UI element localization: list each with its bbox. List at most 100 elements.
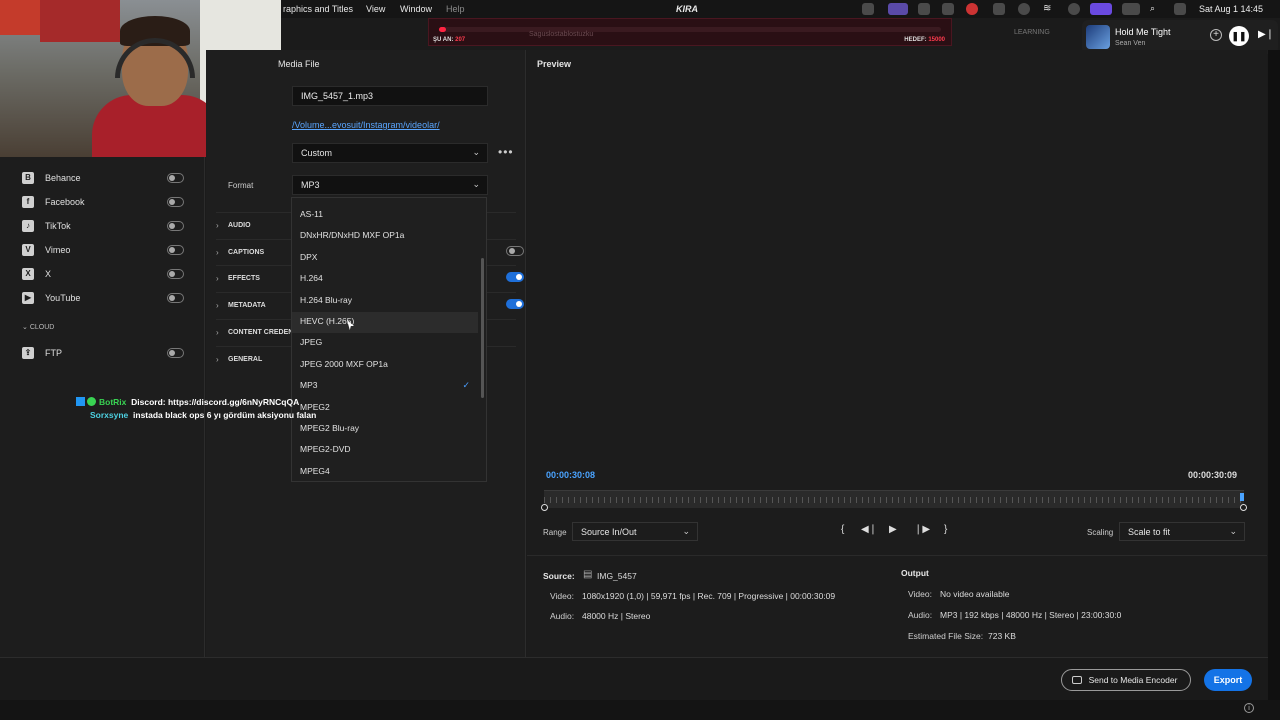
menu-help[interactable]: Help — [446, 4, 465, 14]
playhead[interactable] — [1240, 493, 1244, 501]
control-center-icon[interactable] — [1174, 3, 1186, 15]
destination-toggle[interactable] — [167, 221, 184, 231]
mark-in-icon[interactable]: { — [841, 524, 844, 535]
in-point-handle[interactable] — [541, 504, 548, 511]
clock[interactable]: Sat Aug 1 14:45 — [1199, 4, 1263, 14]
output-audio-value: MP3 | 192 kbps | 48000 Hz | Stereo | 23:… — [940, 610, 1122, 620]
format-option[interactable]: DNxHR/DNxHD MXF OP1a — [292, 226, 478, 247]
format-option[interactable]: AS-11 — [292, 205, 478, 226]
format-option[interactable]: HEVC (H.265) — [292, 312, 478, 333]
format-option[interactable]: MP3 ✓ — [292, 376, 478, 397]
destination-tiktok[interactable]: ♪ TikTok — [22, 219, 192, 235]
destination-toggle[interactable] — [167, 245, 184, 255]
cloud-header[interactable]: ⌄ CLOUD — [22, 323, 54, 331]
menu-graphics-titles[interactable]: raphics and Titles — [283, 4, 353, 14]
behance-icon: B — [22, 172, 34, 184]
range-dropdown[interactable]: Source In/Out ⌄ — [572, 522, 698, 541]
play-icon[interactable]: ▶ — [889, 524, 897, 535]
tray-icon-1[interactable] — [862, 3, 874, 15]
format-dropdown[interactable]: MP3 ⌄ — [292, 175, 488, 195]
scaling-dropdown[interactable]: Scale to fit ⌄ — [1119, 522, 1245, 541]
play-icon[interactable] — [1068, 3, 1080, 15]
export-button[interactable]: Export — [1204, 669, 1252, 691]
destination-toggle[interactable] — [167, 269, 184, 279]
format-option[interactable]: MPEG4 — [292, 462, 478, 481]
preset-value: Custom — [301, 148, 333, 158]
tray-icon-4[interactable] — [942, 3, 954, 15]
add-icon[interactable]: + — [1210, 29, 1222, 41]
pause-icon[interactable]: ❚❚ — [1229, 26, 1249, 46]
section-toggle[interactable] — [506, 299, 524, 310]
filename-field[interactable]: IMG_5457_1.mp3 — [292, 86, 488, 106]
destination-vimeo[interactable]: V Vimeo — [22, 243, 192, 259]
destination-behance[interactable]: B Behance — [22, 171, 192, 187]
chevron-right-icon: › — [216, 327, 219, 337]
format-option-label: MPEG2-DVD — [300, 444, 351, 455]
output-label: Output — [901, 568, 929, 578]
destination-toggle[interactable] — [167, 197, 184, 207]
out-point-handle[interactable] — [1240, 504, 1247, 511]
section-label: CAPTIONS — [228, 248, 265, 256]
tray-icon-2[interactable] — [888, 3, 908, 15]
tray-icon-6[interactable] — [993, 3, 1005, 15]
destination-x[interactable]: XX — [22, 267, 192, 283]
format-option[interactable]: JPEG 2000 MXF OP1a — [292, 355, 478, 376]
tray-icon-3[interactable] — [918, 3, 930, 15]
verified-badge-icon — [87, 397, 96, 406]
chat-overlay: BotRix Discord: https://discord.gg/6nNyR… — [76, 397, 316, 423]
scaling-value: Scale to fit — [1128, 527, 1171, 537]
timecode-in[interactable]: 00:00:30:08 — [546, 470, 595, 480]
destination-toggle[interactable] — [167, 293, 184, 303]
menu-window[interactable]: Window — [400, 4, 432, 14]
dropdown-scrollbar[interactable] — [481, 258, 484, 398]
destination-toggle[interactable] — [167, 173, 184, 183]
goal-track — [439, 27, 941, 32]
destination-facebook[interactable]: f Facebook — [22, 195, 192, 211]
range-value: Source In/Out — [581, 527, 637, 537]
learning-tab[interactable]: LEARNING — [1014, 29, 1050, 36]
format-option[interactable]: H.264 Blu-ray — [292, 291, 478, 312]
overlay-logo: KIRA — [676, 4, 698, 14]
info-icon[interactable]: i — [1244, 703, 1254, 713]
source-label: Source: — [543, 571, 575, 581]
mod-badge-icon — [76, 397, 85, 406]
step-back-icon[interactable]: ◀❘ — [861, 524, 877, 535]
destination-youtube[interactable]: ▶ YouTube — [22, 291, 192, 307]
location-link[interactable]: /Volume...evosuit/Instagram/videolar/ — [292, 120, 440, 130]
format-option[interactable]: MPEG2 — [292, 398, 478, 419]
format-dropdown-list[interactable]: AS-11 DNxHR/DNxHD MXF OP1a DPX H.264 H.264 B… — [291, 197, 487, 482]
format-option[interactable]: MPEG2-DVD — [292, 440, 478, 461]
destination-toggle[interactable] — [167, 348, 184, 358]
section-toggle[interactable] — [506, 245, 524, 256]
menu-view[interactable]: View — [366, 4, 385, 14]
format-option[interactable]: DPX — [292, 248, 478, 269]
skype-icon[interactable] — [1018, 3, 1030, 15]
format-label: Format — [228, 181, 254, 190]
destination-label: Vimeo — [45, 245, 71, 255]
preset-dropdown[interactable]: Custom ⌄ — [292, 143, 488, 163]
output-audio-label: Audio: — [908, 610, 933, 620]
mark-out-icon[interactable]: } — [944, 524, 947, 535]
preview-panel: Preview 00:00:30:08 00:00:30:09 Range So… — [527, 50, 1267, 657]
section-label: EFFECTS — [228, 275, 260, 283]
tray-icon-5[interactable] — [966, 3, 978, 15]
screen-mirror-icon[interactable] — [1090, 3, 1112, 15]
timeline-scrubber[interactable] — [541, 490, 1247, 511]
now-playing-widget[interactable]: Hold Me Tight Sean Ven + ❚❚ ▶❘ — [1082, 20, 1278, 54]
format-option[interactable]: JPEG — [292, 333, 478, 354]
format-option[interactable]: H.264 — [292, 269, 478, 290]
section-toggle[interactable] — [506, 272, 524, 283]
destination-ftp[interactable]: ⇪ FTP — [22, 346, 192, 362]
bottom-bar: Send to Media Encoder Export — [0, 657, 1268, 700]
more-options-icon[interactable]: ••• — [498, 145, 514, 159]
step-forward-icon[interactable]: ❘▶ — [914, 524, 930, 535]
spotlight-icon[interactable]: ⌕ — [1150, 3, 1162, 15]
range-label: Range — [543, 528, 567, 537]
format-option[interactable]: MPEG2 Blu-ray — [292, 419, 478, 440]
next-track-icon[interactable]: ▶❘ — [1258, 29, 1274, 40]
wifi-icon[interactable]: ≋ — [1043, 3, 1055, 15]
send-to-media-encoder-button[interactable]: Send to Media Encoder — [1061, 669, 1191, 691]
format-option-label: H.264 — [300, 273, 323, 284]
destination-label: FTP — [45, 348, 62, 358]
output-video-label: Video: — [908, 589, 932, 599]
